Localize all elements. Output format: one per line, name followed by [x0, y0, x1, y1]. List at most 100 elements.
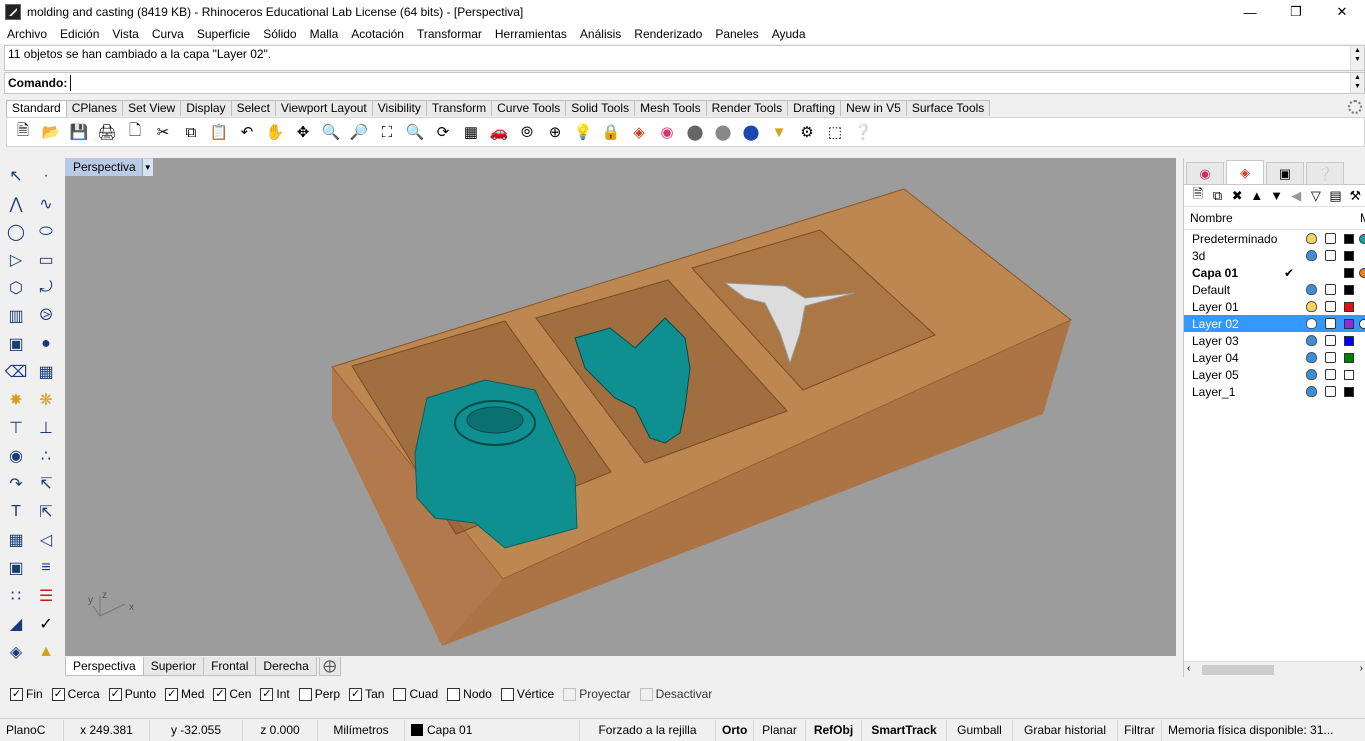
mesh-icon[interactable]: ▦ [34, 360, 58, 384]
menu-herramientas[interactable]: Herramientas [495, 27, 567, 41]
minimize-button[interactable]: — [1227, 0, 1273, 24]
zoom-extents-icon[interactable]: ⛶ [375, 120, 399, 144]
mirror-icon[interactable]: ◁ [34, 528, 58, 552]
tab-viewport-layout[interactable]: Viewport Layout [274, 100, 373, 116]
tab-surface-tools[interactable]: Surface Tools [905, 100, 991, 116]
status-gumball[interactable]: Gumball [947, 719, 1013, 741]
osnap-proyectar[interactable]: Proyectar [563, 687, 631, 701]
tab-transform[interactable]: Transform [425, 100, 493, 116]
layer-visibility-bulb-icon[interactable] [1306, 233, 1317, 244]
status-record-history[interactable]: Grabar historial [1013, 719, 1118, 741]
group-icon[interactable]: ◉ [4, 444, 28, 468]
history-scrollbar[interactable]: ▲ ▼ [1350, 46, 1364, 70]
scroll-left-icon[interactable]: ‹ [1187, 663, 1190, 674]
layer-row[interactable]: Layer 04 [1184, 349, 1365, 366]
layer-color-swatch[interactable] [1344, 250, 1354, 261]
filter-icon[interactable]: ▼ [767, 120, 791, 144]
tab-mesh-tools[interactable]: Mesh Tools [634, 100, 707, 116]
layer-visibility-bulb-icon[interactable] [1306, 369, 1317, 380]
osnap-checkbox[interactable]: ✓ [10, 687, 23, 701]
array-grid-icon[interactable]: ∷ [4, 584, 28, 608]
delete-layer-icon[interactable]: ✖ [1227, 188, 1247, 204]
zoom-window-icon[interactable]: 🔎 [347, 120, 371, 144]
copy-icon[interactable]: ⧉ [179, 120, 203, 144]
cylinder-icon[interactable]: ⌫ [4, 360, 28, 384]
layer-row[interactable]: Layer 05 [1184, 366, 1365, 383]
layer-filter-icon[interactable]: ▽ [1306, 188, 1326, 204]
paste-icon[interactable]: 📋 [207, 120, 231, 144]
toolbar-settings-gear-icon[interactable] [1348, 100, 1362, 114]
render-icon[interactable]: ◈ [4, 640, 28, 664]
osnap-checkbox[interactable] [298, 687, 312, 701]
rotate-view-icon[interactable]: ✥ [291, 120, 315, 144]
osnap-tan[interactable]: ✓ Tan [349, 687, 384, 701]
menu-edicion[interactable]: Edición [60, 27, 99, 41]
layer-name[interactable]: Layer 03 [1184, 334, 1284, 348]
osnap-vértice[interactable]: Vértice [500, 687, 554, 701]
move-down-icon[interactable]: ▼ [1267, 188, 1287, 203]
print-icon[interactable]: 🖨 [95, 120, 119, 144]
layer-stack-icon[interactable]: ☰ [34, 584, 58, 608]
block-icon[interactable]: ▣ [4, 556, 28, 580]
layer-row[interactable]: 3d [1184, 247, 1365, 264]
restore-button[interactable]: ❐ [1273, 0, 1319, 24]
command-history[interactable]: 11 objetos se han cambiado a la capa "La… [4, 45, 1365, 71]
osnap-checkbox[interactable]: ✓ [349, 687, 363, 701]
point-icon[interactable]: · [34, 164, 58, 188]
tab-solid-tools[interactable]: Solid Tools [565, 100, 636, 116]
new-sublayer-icon[interactable]: ⧉ [1208, 188, 1228, 204]
viewport-menu-arrow-icon[interactable]: ▼ [141, 158, 153, 176]
layer-name[interactable]: Default [1184, 283, 1284, 297]
layer-name[interactable]: 3d [1184, 249, 1284, 263]
layer-color-swatch[interactable] [1344, 318, 1354, 329]
ellipse-icon[interactable]: ⬭ [34, 220, 58, 244]
status-osnap[interactable]: RefObj [806, 719, 862, 741]
layer-row[interactable]: Layer 02 [1184, 315, 1365, 332]
layer-row[interactable]: Layer_1 [1184, 383, 1365, 400]
layer-lock-icon[interactable] [1325, 301, 1336, 312]
analyze-icon[interactable]: ◢ [4, 612, 28, 636]
osnap-checkbox[interactable] [500, 687, 514, 701]
menu-transformar[interactable]: Transformar [417, 27, 482, 41]
gear-options-icon[interactable]: ⚙ [795, 120, 819, 144]
layers-tab-icon[interactable]: ◈ [1226, 160, 1264, 184]
layer-lock-icon[interactable] [1325, 318, 1336, 329]
osnap-checkbox[interactable] [563, 687, 577, 701]
layer-row[interactable]: Predeterminado [1184, 230, 1365, 247]
layer-name[interactable]: Layer 05 [1184, 368, 1284, 382]
menu-archivo[interactable]: Archivo [7, 27, 47, 41]
blue-sphere-icon[interactable]: ⬤ [739, 120, 763, 144]
osnap-checkbox[interactable] [639, 687, 653, 701]
layer-lock-icon[interactable] [1325, 369, 1336, 380]
osnap-cuad[interactable]: Cuad [393, 687, 438, 701]
osnap-punto[interactable]: ✓ Punto [108, 687, 156, 701]
move-up-icon[interactable]: ▲ [1247, 188, 1267, 203]
split-icon[interactable]: ⊥ [34, 416, 58, 440]
layer-hscrollbar[interactable]: ‹ › [1184, 661, 1365, 677]
tab-perspectiva[interactable]: Perspectiva [65, 657, 144, 676]
new-file-icon[interactable]: 🗎 [11, 120, 35, 144]
menu-renderizado[interactable]: Renderizado [634, 27, 702, 41]
layer-lock-icon[interactable] [1325, 233, 1336, 244]
boolean-union-icon[interactable]: ● [34, 332, 58, 356]
layer-color-swatch[interactable] [1344, 352, 1354, 363]
rotate-camera-icon[interactable]: ⟳ [431, 120, 455, 144]
tab-frontal[interactable]: Frontal [203, 657, 257, 676]
osnap-int[interactable]: ✓ Int [260, 687, 290, 701]
render-sphere-icon[interactable]: ⬤ [711, 120, 735, 144]
layer-tools-icon[interactable]: ⚒ [1345, 188, 1365, 204]
osnap-checkbox[interactable]: ✓ [51, 687, 65, 701]
command-scrollbar[interactable]: ▲ ▼ [1350, 73, 1364, 93]
osnap-checkbox[interactable]: ✓ [260, 687, 274, 701]
layer-color-swatch[interactable] [1344, 284, 1354, 295]
tab-render-tools[interactable]: Render Tools [705, 100, 789, 116]
paint-icon[interactable]: ▲ [34, 640, 58, 664]
fillet-curve-icon[interactable]: ⤾ [34, 276, 58, 300]
cplane-icon[interactable]: ⊕ [543, 120, 567, 144]
grid-snap-icon[interactable]: ≡ [34, 556, 58, 580]
osnap-checkbox[interactable] [393, 687, 407, 701]
save-icon[interactable]: 💾 [67, 120, 91, 144]
car-icon[interactable]: 🚗 [487, 120, 511, 144]
scroll-thumb[interactable] [1202, 665, 1274, 675]
osnap-perp[interactable]: Perp [298, 687, 340, 701]
